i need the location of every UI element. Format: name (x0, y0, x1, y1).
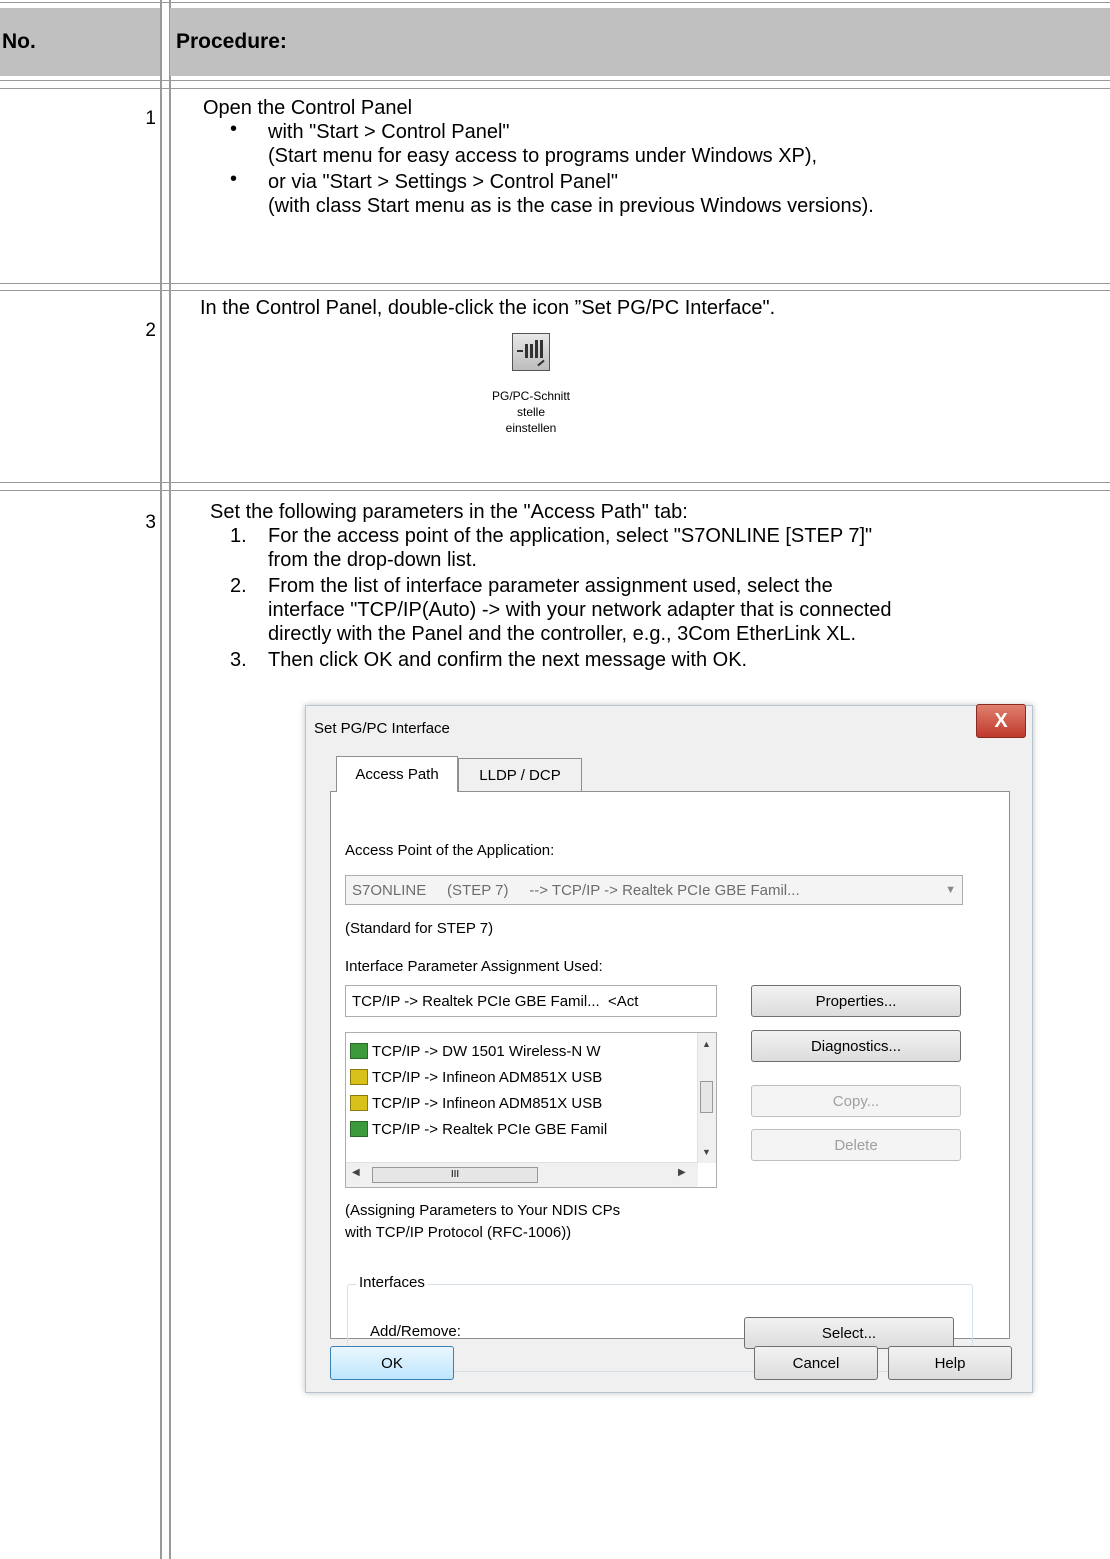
column-divider (160, 0, 162, 1559)
row-divider (0, 283, 1110, 284)
list-item-label: TCP/IP -> Realtek PCIe GBE Famil (372, 1120, 608, 1138)
row-divider (0, 490, 1110, 491)
copy-button[interactable]: Copy... (751, 1085, 961, 1117)
scroll-down-icon[interactable]: ▼ (702, 1147, 711, 1157)
step1-bullet1: with "Start > Control Panel" (268, 121, 510, 143)
list-item-label: TCP/IP -> DW 1501 Wireless-N W (372, 1042, 601, 1060)
access-point-label: Access Point of the Application: (345, 842, 555, 859)
row-divider (0, 88, 1110, 89)
bullet: • (230, 168, 238, 190)
step3-intro: Set the following parameters in the "Acc… (210, 501, 688, 523)
step1-bullet2: or via "Start > Settings > Control Panel… (268, 171, 618, 193)
icon-caption: PG/PC-Schnitt (491, 389, 571, 403)
select-button[interactable]: Select... (744, 1317, 954, 1349)
diagnostics-button[interactable]: Diagnostics... (751, 1030, 961, 1062)
horizontal-scrollbar[interactable]: ◀ III ▶ (346, 1162, 698, 1187)
scroll-left-icon[interactable]: ◀ (352, 1167, 360, 1178)
bullet: • (230, 118, 238, 140)
list-item[interactable]: TCP/IP -> Realtek PCIe GBE Famil (350, 1117, 607, 1141)
list-number: 2. (230, 575, 247, 597)
scroll-thumb[interactable] (700, 1081, 713, 1113)
step3-item2-line: directly with the Panel and the controll… (268, 623, 857, 645)
scroll-up-icon[interactable]: ▲ (702, 1039, 711, 1049)
standard-note: (Standard for STEP 7) (345, 920, 494, 937)
step3-item2-line: From the list of interface parameter ass… (268, 575, 833, 597)
scroll-thumb[interactable]: III (372, 1167, 538, 1183)
ok-button[interactable]: OK (330, 1346, 454, 1380)
properties-button[interactable]: Properties... (751, 985, 961, 1017)
step2-text: In the Control Panel, double-click the i… (200, 297, 776, 319)
add-remove-label: Add/Remove: (370, 1323, 461, 1340)
interface-list[interactable]: TCP/IP -> DW 1501 Wireless-N W TCP/IP ->… (345, 1032, 717, 1188)
step1-intro: Open the Control Panel (203, 97, 413, 119)
tab-lldp-dcp[interactable]: LLDP / DCP (458, 758, 582, 792)
close-button[interactable]: X (976, 704, 1026, 738)
list-item[interactable]: TCP/IP -> DW 1501 Wireless-N W (350, 1039, 601, 1063)
chevron-down-icon: ▼ (945, 884, 956, 896)
dialog-title: Set PG/PC Interface (314, 720, 450, 737)
step1-bullet2-note: (with class Start menu as is the case in… (268, 195, 874, 217)
network-adapter-warning-icon (350, 1069, 368, 1085)
procedure-document: No. Procedure: 1 Open the Control Panel … (0, 0, 1110, 1559)
column-divider (169, 0, 171, 1559)
close-icon: X (994, 709, 1008, 732)
access-point-dropdown[interactable]: S7ONLINE (STEP 7) --> TCP/IP -> Realtek … (345, 875, 963, 905)
step3-item1-line: from the drop-down list. (268, 549, 477, 571)
icon-caption: einstellen (505, 421, 557, 435)
step-number: 2 (145, 320, 156, 341)
list-number: 1. (230, 525, 247, 547)
header-no: No. (0, 8, 160, 76)
pg-pc-interface-icon (512, 333, 550, 371)
list-number: 3. (230, 649, 247, 671)
scroll-right-icon[interactable]: ▶ (678, 1167, 686, 1178)
step1-bullet1-note: (Start menu for easy access to programs … (268, 145, 818, 167)
interfaces-group-title: Interfaces (356, 1274, 428, 1291)
network-adapter-icon (350, 1043, 368, 1059)
list-item-label: TCP/IP -> Infineon ADM851X USB (372, 1068, 603, 1086)
step-number: 3 (145, 512, 156, 533)
set-pg-pc-interface-dialog: Set PG/PC Interface X Access Path LLDP /… (305, 704, 1033, 1393)
row-divider (0, 80, 1110, 81)
tab-access-path[interactable]: Access Path (336, 756, 458, 792)
access-point-value: S7ONLINE (STEP 7) --> TCP/IP -> Realtek … (352, 881, 800, 899)
step3-item2-line: interface "TCP/IP(Auto) -> with your net… (268, 599, 892, 621)
help-button[interactable]: Help (888, 1346, 1012, 1380)
access-path-panel: Access Point of the Application: S7ONLIN… (330, 791, 1010, 1372)
row-divider (0, 2, 1110, 3)
row-divider (0, 482, 1110, 483)
delete-button[interactable]: Delete (751, 1129, 961, 1161)
ipa-label: Interface Parameter Assignment Used: (345, 958, 603, 975)
assign-note: (Assigning Parameters to Your NDIS CPs (345, 1202, 621, 1219)
network-adapter-warning-icon (350, 1095, 368, 1111)
cancel-button[interactable]: Cancel (754, 1346, 878, 1380)
step3-item3-line: Then click OK and confirm the next messa… (268, 649, 748, 671)
step3-item1-line: For the access point of the application,… (268, 525, 873, 547)
icon-caption: stelle (516, 405, 545, 419)
network-adapter-icon (350, 1121, 368, 1137)
list-item-label: TCP/IP -> Infineon ADM851X USB (372, 1094, 603, 1112)
list-item[interactable]: TCP/IP -> Infineon ADM851X USB (350, 1091, 602, 1115)
step-number: 1 (145, 108, 156, 129)
assign-note: with TCP/IP Protocol (RFC-1006)) (345, 1224, 572, 1241)
ipa-value: TCP/IP -> Realtek PCIe GBE Famil... <Act (352, 992, 639, 1010)
header-procedure: Procedure: (170, 8, 1110, 76)
row-divider (0, 290, 1110, 291)
ipa-field[interactable]: TCP/IP -> Realtek PCIe GBE Famil... <Act (345, 985, 717, 1017)
list-item[interactable]: TCP/IP -> Infineon ADM851X USB (350, 1065, 602, 1089)
vertical-scrollbar[interactable]: ▲ ▼ (697, 1033, 716, 1163)
